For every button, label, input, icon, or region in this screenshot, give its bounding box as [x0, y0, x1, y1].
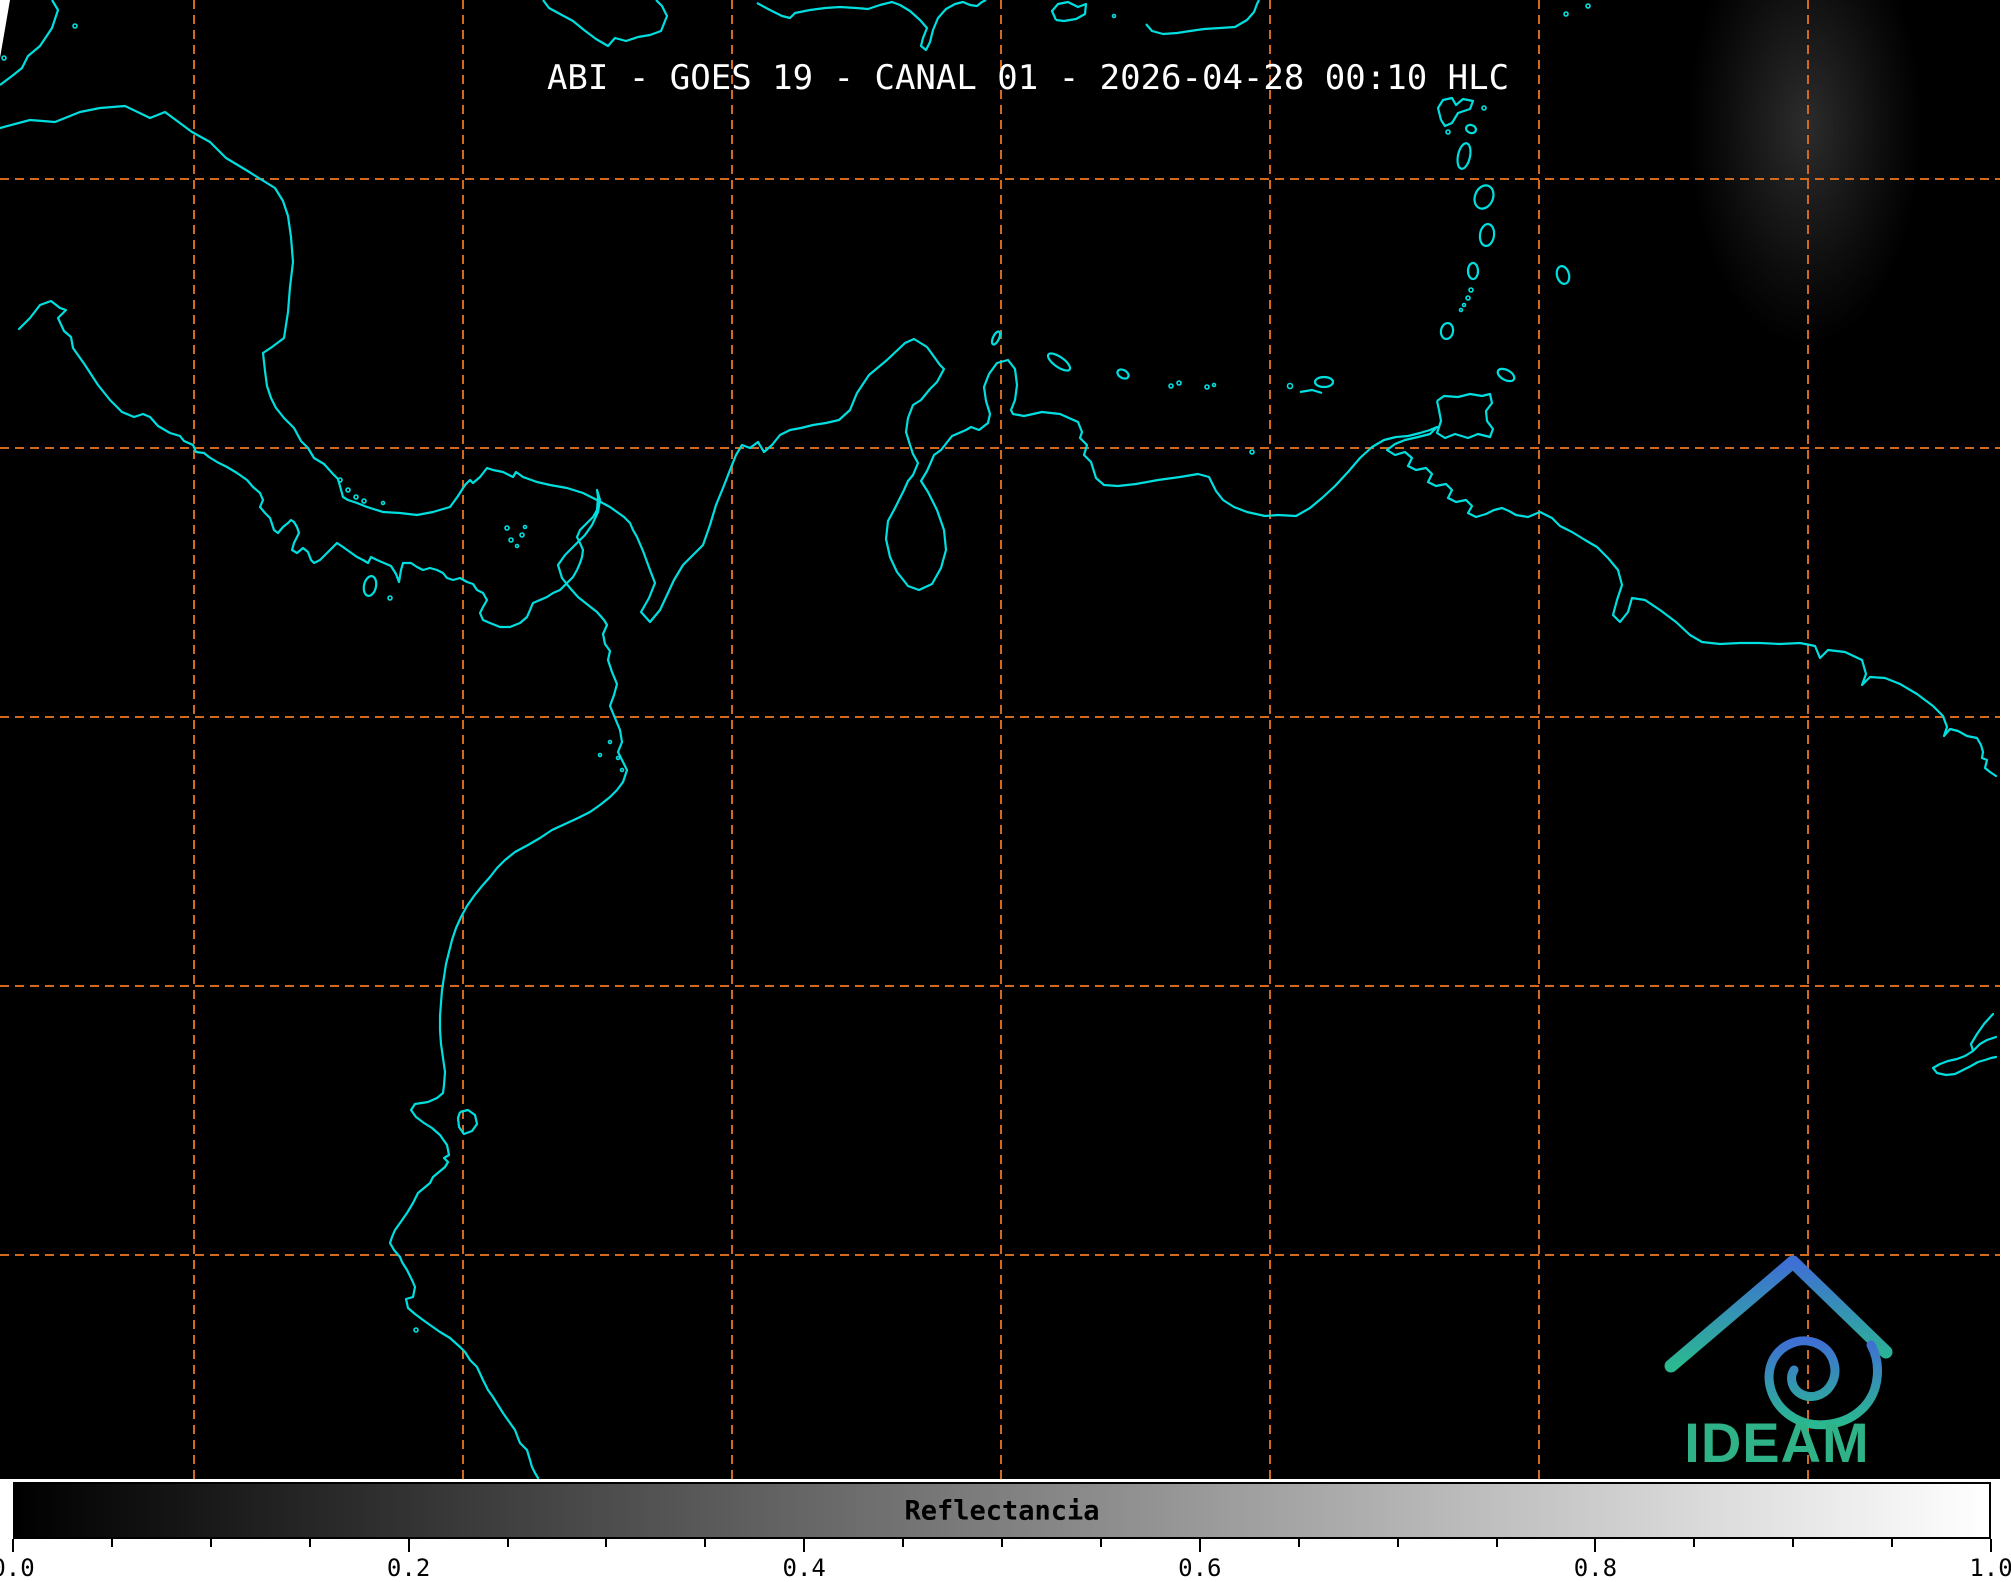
- colorbar-minor-tick: [704, 1539, 706, 1547]
- islet-dot: [73, 24, 77, 28]
- st-lucia: [1479, 223, 1496, 247]
- dominica: [1455, 142, 1472, 170]
- araya-peninsula: [1300, 390, 1322, 393]
- trinidad: [1437, 394, 1493, 438]
- islet-dot: [1113, 15, 1116, 18]
- islet-dot: [1205, 385, 1209, 389]
- logo-text: IDEAM: [1684, 1411, 1869, 1474]
- islet-dot: [599, 754, 602, 757]
- islet-dot: [1250, 450, 1254, 454]
- caribbean-mainland-coast: [0, 106, 1996, 776]
- goes-satellite-product-page: { "figure": {"width": 2011, "height": 15…: [0, 0, 2011, 1577]
- guatemala-coast-fragment: [0, 0, 58, 85]
- islet-dot: [617, 757, 620, 760]
- islet-dot: [1469, 288, 1473, 292]
- colorbar-major-tick: [803, 1539, 805, 1552]
- coiba: [362, 575, 378, 597]
- isla-beata: [1052, 2, 1086, 21]
- colorbar-minor-tick: [507, 1539, 509, 1547]
- islet-dot: [354, 495, 358, 499]
- curacao: [1045, 350, 1072, 373]
- islet-dot: [1169, 384, 1173, 388]
- colorbar-minor-tick: [605, 1539, 607, 1547]
- islet-dot: [524, 526, 527, 529]
- islet-dot: [516, 545, 519, 548]
- colorbar-tick-label: 0.4: [783, 1554, 826, 1582]
- islet-dot: [609, 741, 612, 744]
- colorbar-tick-label: 0.2: [387, 1554, 430, 1582]
- guadeloupe-south: [1465, 124, 1477, 135]
- islet-dot: [1564, 12, 1568, 16]
- white-corner-sliver: [0, 0, 10, 58]
- colorbar-tick-label: 0.0: [0, 1554, 35, 1582]
- colorbar-tick-label: 1.0: [1969, 1554, 2011, 1582]
- pacific-mainland-coast: [19, 301, 627, 1478]
- islet-dot: [1460, 309, 1463, 312]
- colorbar-minor-tick: [1792, 1539, 1794, 1547]
- martinique: [1471, 183, 1497, 212]
- colorbar-minor-tick: [111, 1539, 113, 1547]
- islet-dot: [388, 596, 392, 600]
- colorbar-minor-tick: [1693, 1539, 1695, 1547]
- colorbar-label: Reflectancia: [904, 1495, 1099, 1526]
- islet-dot: [1466, 296, 1470, 300]
- colorbar-minor-tick: [1100, 1539, 1102, 1547]
- islet-dot: [1213, 384, 1216, 387]
- barbados: [1555, 265, 1571, 285]
- puna-island: [458, 1110, 477, 1134]
- islet-dot: [1482, 106, 1486, 110]
- colorbar-minor-tick: [1001, 1539, 1003, 1547]
- colorbar-major-tick: [1990, 1539, 1992, 1552]
- guadeloupe: [1438, 98, 1473, 126]
- islet-dot: [2, 56, 6, 60]
- jamaica: [543, 0, 667, 46]
- colorbar-tick-label: 0.8: [1574, 1554, 1617, 1582]
- islet-dot: [338, 478, 342, 482]
- st-vincent: [1468, 263, 1478, 279]
- islet-dot: [505, 526, 509, 530]
- colorbar-minor-tick: [902, 1539, 904, 1547]
- colorbar-tick-label: 0.6: [1178, 1554, 1221, 1582]
- colorbar-minor-tick: [1891, 1539, 1893, 1547]
- ideam-logo: IDEAM: [1640, 1240, 1910, 1480]
- grenada: [1440, 322, 1455, 340]
- colorbar-major-tick: [12, 1539, 14, 1552]
- islet-dot: [362, 499, 366, 503]
- islet-dot: [1463, 304, 1466, 307]
- colorbar-minor-tick: [1496, 1539, 1498, 1547]
- hispaniola-south-coast: [757, 0, 986, 50]
- colorbar-major-tick: [1199, 1539, 1201, 1552]
- margarita: [1315, 377, 1333, 387]
- islet-dot: [346, 488, 350, 492]
- aruba: [990, 330, 1001, 345]
- east-river-branch: [1973, 1037, 1996, 1051]
- islet-dot: [382, 502, 385, 505]
- islet-dot: [509, 538, 513, 542]
- islet-dot: [1446, 130, 1450, 134]
- colorbar-major-tick: [1594, 1539, 1596, 1552]
- east-river-channel: [1933, 1014, 1996, 1075]
- colorbar-minor-tick: [1298, 1539, 1300, 1547]
- puerto-rico-south-coast: [1146, 0, 1259, 34]
- islet-dot: [414, 1328, 418, 1332]
- islet-dot: [1288, 384, 1293, 389]
- colorbar-minor-tick: [1397, 1539, 1399, 1547]
- colorbar-minor-tick: [210, 1539, 212, 1547]
- islet-dot: [1586, 4, 1590, 8]
- product-title: ABI - GOES 19 - CANAL 01 - 2026-04-28 00…: [547, 58, 1509, 98]
- islet-dot: [621, 769, 624, 772]
- islet-dot: [520, 533, 524, 537]
- islet-dot: [1177, 381, 1181, 385]
- colorbar-minor-tick: [309, 1539, 311, 1547]
- tobago: [1496, 366, 1517, 383]
- colorbar-major-tick: [408, 1539, 410, 1552]
- bonaire: [1116, 368, 1130, 381]
